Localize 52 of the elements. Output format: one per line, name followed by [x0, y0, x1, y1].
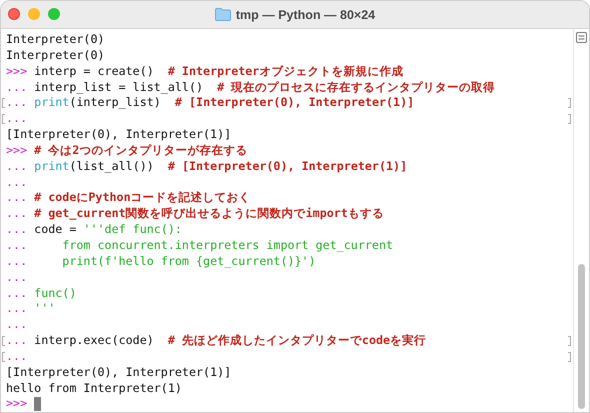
comment-text: # 今は2つのインタプリターが存在する — [33, 142, 248, 159]
string-text: func() — [33, 286, 76, 302]
prompt-text: ... — [6, 286, 28, 302]
split-pane-icon — [576, 32, 587, 43]
code-text: interp.exec(code) — [33, 333, 155, 349]
prompt-text: ... — [6, 80, 28, 96]
folder-icon — [214, 8, 231, 21]
prompt-text: ... — [6, 270, 28, 286]
prompt-text: >>> — [6, 142, 28, 159]
prompt-text: ... — [6, 238, 28, 254]
zoom-button[interactable] — [48, 8, 60, 20]
builtin-text: print — [33, 158, 70, 175]
scrollbar-thumb[interactable] — [578, 264, 585, 409]
code-text: interp = create() — [33, 64, 155, 80]
output-text: hello from Interpreter(1) — [6, 380, 182, 396]
comment-text: # [Interpreter(0), Interpreter(1)] — [174, 95, 414, 112]
prompt-text: ... — [6, 301, 28, 318]
minimize-button[interactable] — [28, 8, 40, 20]
prompt-text: ... — [6, 95, 28, 112]
comment-text: # get_current関数を呼び出せるように関数内でimportもする — [33, 206, 384, 222]
comment-text: # [Interpreter(0), Interpreter(1)] — [168, 158, 408, 175]
prompt-text: ... — [6, 317, 28, 334]
comment-text: # Interpreterオブジェクトを新規に作成 — [168, 64, 404, 80]
output-text: Interpreter(0) — [6, 48, 105, 64]
prompt-text: ... — [6, 190, 28, 206]
string-text: ''' — [33, 301, 56, 318]
code-text: (interp_list) — [69, 95, 162, 112]
window-title: tmp — Python — 80×24 — [236, 8, 376, 22]
builtin-text: print — [33, 95, 70, 112]
output-text: Interpreter(0) — [6, 32, 105, 48]
prompt-text: ... — [6, 174, 28, 190]
output-text: [Interpreter(0), Interpreter(1)] — [6, 127, 232, 143]
prompt-text: ... — [6, 222, 28, 238]
close-button[interactable] — [8, 8, 20, 20]
code-text: (list_all()) — [69, 158, 155, 175]
comment-text: # 現在のプロセスに存在するインタプリターの取得 — [217, 80, 496, 96]
output-text: [Interpreter(0), Interpreter(1)] — [6, 364, 232, 381]
string-text: '''def func(): — [83, 222, 182, 238]
code-text: code = — [33, 222, 78, 238]
prompt-text: ... — [6, 158, 28, 175]
string-text: from concurrent.interpreters import get_current — [61, 238, 394, 254]
string-text: print(f'hello from {get_current()}') — [61, 254, 316, 270]
prompt-text: ... — [6, 206, 28, 222]
prompt-text: >>> — [6, 396, 28, 412]
prompt-text: ... — [6, 333, 28, 349]
prompt-text: ... — [6, 111, 28, 128]
code-text: interp_list = list_all() — [33, 80, 204, 96]
prompt-text: ... — [6, 348, 28, 365]
prompt-text: >>> — [6, 64, 28, 80]
prompt-text: ... — [6, 254, 28, 270]
comment-text: # 先ほど作成したインタプリターでcodeを実行 — [168, 333, 426, 349]
comment-text: # codeにPythonコードを記述しておく — [33, 190, 251, 206]
